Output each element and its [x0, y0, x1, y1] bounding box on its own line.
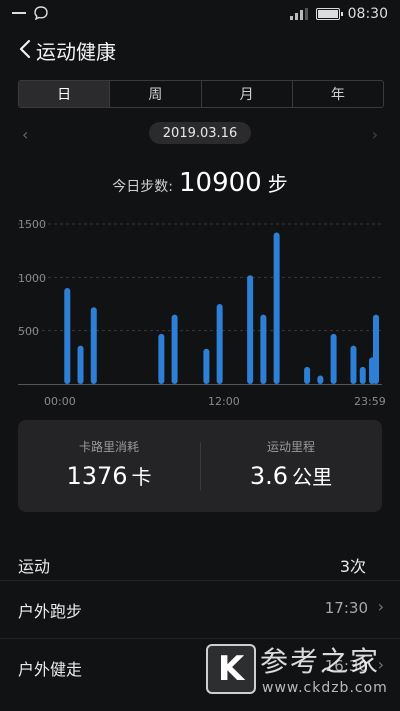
app-header: 运动健康	[0, 28, 400, 72]
tab-year[interactable]: 年	[291, 81, 383, 107]
notification-dash-icon	[12, 12, 26, 14]
y-tick-label: 1000	[18, 272, 46, 285]
back-arrow-icon[interactable]	[14, 37, 38, 61]
chart-bar	[317, 375, 324, 384]
y-tick-label: 1500	[18, 218, 46, 231]
chart-bar	[64, 288, 71, 384]
steps-value: 10900	[179, 168, 262, 198]
calories-caption: 卡路里消耗	[78, 440, 139, 454]
chart-bar	[158, 333, 165, 384]
x-tick-label: 12:00	[208, 395, 240, 408]
date-selector[interactable]: 2019.03.16	[149, 122, 251, 144]
chart-bar	[247, 275, 254, 384]
watermark-url: www.ckdzb.com	[262, 680, 388, 696]
chart-bar	[260, 314, 267, 384]
daily-steps: 今日步数: 10900 步	[0, 168, 400, 208]
y-tick-label: 500	[18, 325, 39, 338]
chart-bar	[304, 366, 311, 384]
chat-bubble-icon	[34, 6, 48, 20]
chart-bar	[350, 345, 357, 384]
chart-bar	[90, 307, 97, 384]
exercise-count: 3次	[339, 557, 366, 576]
summary-card: 卡路里消耗 1376 卡 运动里程 3.6 公里	[18, 420, 382, 512]
chart-bar	[330, 333, 337, 384]
steps-bar-chart	[18, 223, 382, 385]
period-tabs: 日 周 月 年	[18, 80, 384, 108]
x-tick-label: 00:00	[44, 395, 76, 408]
next-day-chevron-icon[interactable]: ›	[372, 125, 378, 144]
chart-bar	[77, 345, 84, 384]
distance-summary: 运动里程 3.6 公里	[200, 438, 382, 490]
battery-icon	[315, 8, 343, 20]
chart-bar	[273, 232, 280, 384]
exercise-section-title: 运动	[18, 557, 51, 576]
chart-bar	[373, 314, 379, 384]
watermark: K 参考之家 www.ckdzb.com	[196, 636, 400, 711]
status-bar: 08:30	[0, 0, 400, 28]
watermark-logo: K	[206, 644, 256, 694]
chart-bar	[216, 304, 223, 384]
calories-value: 1376	[66, 462, 128, 490]
exercise-time: 17:30	[324, 599, 368, 617]
chart-bar	[203, 348, 210, 384]
chart-bar	[359, 366, 366, 384]
chart-bar	[171, 314, 178, 384]
previous-day-chevron-icon[interactable]: ‹	[22, 125, 28, 144]
distance-unit: 公里	[292, 465, 333, 489]
exercise-name: 户外健走	[18, 660, 83, 679]
calories-summary: 卡路里消耗 1376 卡	[18, 438, 200, 490]
exercise-item-outdoor-run[interactable]: 户外跑步 17:30 ›	[0, 580, 400, 639]
distance-caption: 运动里程	[266, 440, 315, 454]
status-time: 08:30	[347, 6, 388, 22]
exercise-name: 户外跑步	[18, 602, 83, 621]
page-title: 运动健康	[36, 40, 116, 64]
steps-unit: 步	[267, 172, 288, 196]
date-navigator: ‹ 2019.03.16 ›	[0, 118, 400, 148]
tab-week[interactable]: 周	[109, 81, 200, 107]
signal-icon	[289, 8, 308, 20]
x-tick-label: 23:59	[354, 395, 386, 408]
tab-day[interactable]: 日	[19, 81, 110, 107]
chevron-right-icon: ›	[377, 597, 384, 616]
tab-month[interactable]: 月	[200, 81, 292, 107]
watermark-text: 参考之家	[260, 645, 381, 678]
steps-chart: 1500 1000 500 00:00 12:00 23:59	[0, 210, 400, 410]
distance-value: 3.6	[249, 462, 289, 490]
steps-label: 今日步数:	[112, 179, 173, 195]
calories-unit: 卡	[131, 465, 152, 489]
